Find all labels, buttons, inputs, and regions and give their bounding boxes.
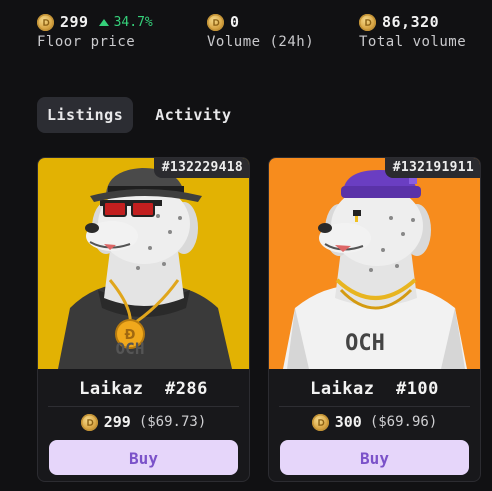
- floor-change-value: 34.7%: [113, 14, 153, 30]
- shirt-text: OCH: [345, 331, 385, 356]
- shirt-text: OCH: [116, 339, 145, 358]
- price-amount: 299: [103, 413, 131, 431]
- tab-bar: Listings Activity: [37, 97, 242, 133]
- coin-icon: [311, 413, 329, 431]
- floor-change: 34.7%: [98, 14, 153, 30]
- price-usd: ($69.73): [138, 414, 207, 430]
- listing-card[interactable]: OCH #132191911 Laikaz #100 300 ($69.96) …: [268, 157, 481, 482]
- buy-button[interactable]: Buy: [280, 440, 469, 475]
- floor-price-value: 299: [60, 13, 89, 31]
- tab-listings[interactable]: Listings: [37, 97, 134, 133]
- arrow-up-icon: [98, 18, 109, 26]
- nft-image[interactable]: OCH #132191911: [269, 158, 480, 369]
- coin-icon: [207, 13, 224, 31]
- coin-icon: [359, 13, 376, 31]
- nft-id-badge: #132229418: [153, 158, 249, 178]
- total-volume-stat: 86,320 Total volume: [359, 12, 466, 50]
- volume-24h-value: 0: [230, 13, 240, 31]
- nft-image[interactable]: Ð OCH #132229418: [38, 158, 249, 369]
- nft-price: 299 ($69.73): [38, 413, 249, 431]
- floor-price-label: Floor price: [37, 34, 136, 50]
- divider: [48, 406, 239, 407]
- divider: [279, 406, 470, 407]
- volume-24h-label: Volume (24h): [207, 34, 315, 50]
- nft-name: Laikaz #100: [310, 379, 439, 399]
- volume-24h-stat: 0 Volume (24h): [207, 12, 314, 50]
- price-amount: 300: [334, 413, 362, 431]
- coin-icon: [37, 13, 54, 31]
- nft-name: Laikaz #286: [79, 379, 208, 399]
- total-volume-label: Total volume: [359, 34, 467, 50]
- buy-button[interactable]: Buy: [49, 440, 238, 475]
- nft-price: 300 ($69.96): [269, 413, 480, 431]
- collection-stats: 299 34.7% Floor price 0 Volume (24h) 86,…: [0, 12, 492, 56]
- price-usd: ($69.96): [369, 414, 438, 430]
- floor-price-stat: 299 34.7% Floor price: [37, 12, 153, 50]
- nft-id-badge: #132191911: [384, 158, 480, 178]
- tab-activity[interactable]: Activity: [145, 97, 241, 133]
- coin-icon: [80, 413, 98, 431]
- listing-card[interactable]: Ð OCH #132229418 Laikaz #286 299 ($69.73…: [37, 157, 250, 482]
- total-volume-value: 86,320: [382, 13, 440, 31]
